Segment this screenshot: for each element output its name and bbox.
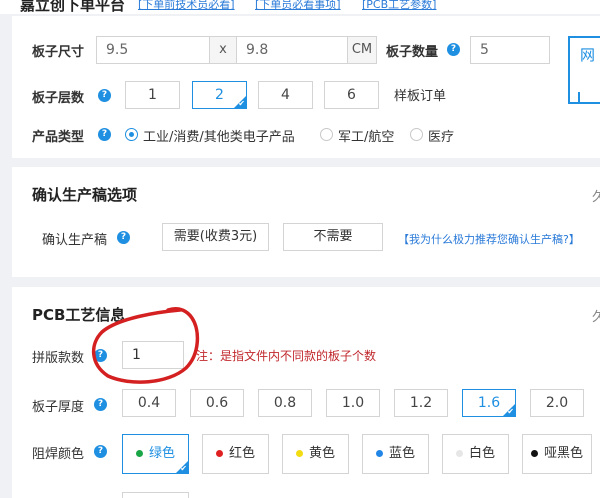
layer-option-1[interactable]: 1 bbox=[125, 81, 180, 109]
next-row-option[interactable] bbox=[122, 492, 189, 498]
color-option-green[interactable]: 绿色 ✔ bbox=[122, 434, 189, 474]
product-type-label: 产品类型 bbox=[32, 130, 85, 145]
check-icon: ✔ bbox=[507, 407, 514, 416]
color-option-green-label: 绿色 bbox=[148, 446, 175, 461]
board-size-label: 板子尺寸 bbox=[32, 45, 85, 60]
white-dot-icon bbox=[455, 450, 463, 457]
layer-option-4[interactable]: 4 bbox=[258, 81, 313, 109]
red-circle-annotation bbox=[92, 306, 200, 384]
right-panel-button[interactable]: 网 bbox=[568, 36, 600, 104]
color-option-white-label: 白色 bbox=[468, 446, 495, 461]
radio-military[interactable] bbox=[320, 128, 333, 141]
product-option-industrial[interactable]: 工业/消费/其他类电子产品 bbox=[143, 126, 295, 145]
product-help-icon[interactable]: ? bbox=[98, 128, 111, 141]
color-option-blue-label: 蓝色 bbox=[388, 446, 415, 461]
thickness-option-1.0[interactable]: 1.0 bbox=[326, 389, 380, 417]
thickness-option-2.0[interactable]: 2.0 bbox=[530, 389, 584, 417]
confirm-need-button[interactable]: 需要(收费3元) bbox=[162, 223, 269, 251]
panel-count-note: 注：是指文件内不同款的板子个数 bbox=[196, 349, 377, 363]
layers-help-icon[interactable]: ? bbox=[98, 89, 111, 102]
green-dot-icon bbox=[135, 450, 143, 457]
solder-mask-color-label: 阻焊颜色 bbox=[32, 447, 85, 462]
site-title: 嘉立创下单平台 bbox=[20, 0, 126, 14]
board-thickness-label: 板子厚度 bbox=[32, 400, 85, 415]
color-option-red-label: 红色 bbox=[228, 446, 255, 461]
product-option-military[interactable]: 军工/航空 bbox=[338, 126, 394, 145]
right-panel-text: 网 bbox=[580, 46, 596, 64]
product-option-medical[interactable]: 医疗 bbox=[428, 126, 454, 145]
why-confirm-link[interactable]: 【我为什么极力推荐您确认生产稿?】 bbox=[398, 231, 580, 247]
confirm-help-icon[interactable]: ? bbox=[117, 231, 130, 244]
board-quantity-input[interactable]: 5 bbox=[470, 36, 550, 64]
color-option-matte-black-label: 哑黑色 bbox=[543, 446, 583, 461]
color-option-yellow-label: 黄色 bbox=[308, 446, 335, 461]
pcb-collapse-toggle[interactable]: 久 bbox=[592, 306, 600, 325]
thickness-option-0.6[interactable]: 0.6 bbox=[190, 389, 244, 417]
board-quantity-label: 板子数量 bbox=[386, 45, 439, 60]
confirm-draft-label: 确认生产稿 bbox=[42, 233, 108, 248]
color-option-white[interactable]: 白色 bbox=[442, 434, 509, 474]
color-option-red[interactable]: 红色 bbox=[202, 434, 269, 474]
confirm-section-title: 确认生产稿选项 bbox=[32, 186, 138, 204]
radio-medical[interactable] bbox=[410, 128, 423, 141]
sample-order-label: 样板订单 bbox=[394, 89, 447, 104]
color-option-yellow[interactable]: 黄色 bbox=[282, 434, 349, 474]
quantity-help-icon[interactable]: ? bbox=[447, 43, 460, 56]
thickness-option-1.6-label: 1.6 bbox=[477, 395, 501, 411]
layer-option-2[interactable]: 2 ✔ bbox=[192, 81, 247, 109]
header-link-order[interactable]: [下单员必看事项] bbox=[255, 0, 341, 12]
blue-dot-icon bbox=[375, 450, 383, 457]
yellow-dot-icon bbox=[295, 450, 303, 457]
black-dot-icon bbox=[530, 450, 538, 457]
header-link-tech[interactable]: [下单前技术员必看] bbox=[138, 0, 235, 12]
check-icon: ✔ bbox=[238, 99, 245, 108]
board-height-input[interactable]: 9.8 bbox=[236, 36, 348, 64]
thickness-option-1.6[interactable]: 1.6 ✔ bbox=[462, 389, 516, 417]
confirm-collapse-toggle[interactable]: 久 bbox=[592, 186, 600, 205]
thickness-option-0.4[interactable]: 0.4 bbox=[122, 389, 176, 417]
color-option-blue[interactable]: 蓝色 bbox=[362, 434, 429, 474]
right-panel-bar bbox=[578, 92, 580, 104]
top-header: 嘉立创下单平台 [下单前技术员必看] [下单员必看事项] [PCB工艺参数] bbox=[0, 0, 600, 14]
header-link-pcb-params[interactable]: [PCB工艺参数] bbox=[362, 0, 436, 12]
board-layers-label: 板子层数 bbox=[32, 91, 85, 106]
size-unit: CM bbox=[347, 36, 377, 64]
confirm-no-need-button[interactable]: 不需要 bbox=[283, 223, 383, 251]
radio-industrial[interactable] bbox=[125, 128, 138, 141]
red-dot-icon bbox=[215, 450, 223, 457]
board-width-input[interactable]: 9.5 bbox=[96, 36, 210, 64]
check-icon: ✔ bbox=[180, 464, 187, 473]
layer-option-6[interactable]: 6 bbox=[324, 81, 379, 109]
color-option-matte-black[interactable]: 哑黑色 bbox=[522, 434, 592, 474]
panel-count-label: 拼版款数 bbox=[32, 351, 85, 366]
thickness-option-1.2[interactable]: 1.2 bbox=[394, 389, 448, 417]
layer-option-2-label: 2 bbox=[215, 87, 224, 103]
thickness-help-icon[interactable]: ? bbox=[94, 398, 107, 411]
size-separator: x bbox=[210, 36, 236, 64]
thickness-option-0.8[interactable]: 0.8 bbox=[258, 389, 312, 417]
color-help-icon[interactable]: ? bbox=[94, 445, 107, 458]
